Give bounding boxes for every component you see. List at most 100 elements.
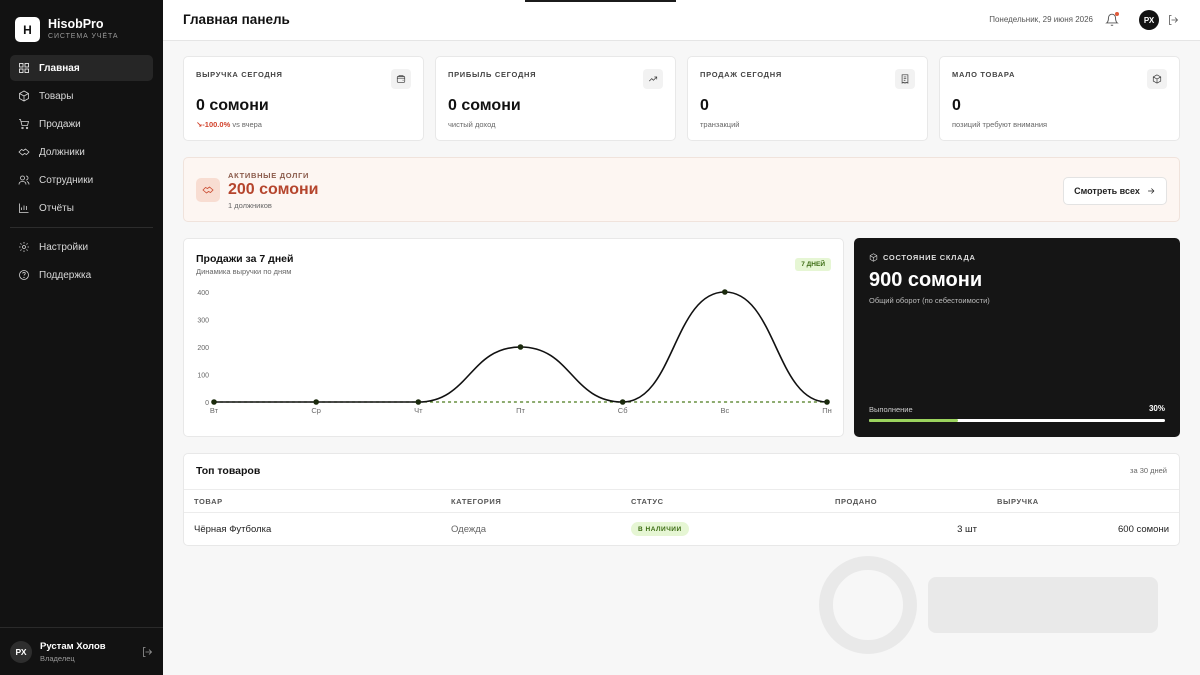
x-tick-label: Чт	[414, 406, 423, 415]
page-title: Главная панель	[183, 12, 290, 27]
logout-icon[interactable]	[1167, 14, 1179, 26]
sidebar-divider	[10, 227, 153, 228]
user-profile[interactable]: РХ Рустам Холов Владелец	[0, 627, 163, 675]
stock-label: СОСТОЯНИЕ СКЛАДА	[883, 253, 976, 262]
debts-value: 200 сомони	[228, 181, 319, 198]
stock-subtitle: Общий оборот (по себестоимости)	[869, 296, 990, 305]
debts-count: 1 должников	[228, 201, 272, 210]
sidebar-item-support[interactable]: Поддержка	[10, 262, 153, 288]
sidebar-nav: Главная Товары Продажи Должники Сотрудни…	[10, 55, 153, 290]
top-products-card: Топ товаров за 30 дней ТОВАР КАТЕГОРИЯ С…	[183, 453, 1180, 546]
handshake-icon	[202, 186, 214, 194]
user-role: Владелец	[40, 653, 75, 663]
sidebar-item-employees[interactable]: Сотрудники	[10, 167, 153, 193]
stat-label: МАЛО ТОВАРА	[952, 70, 1016, 79]
sidebar-item-home[interactable]: Главная	[10, 55, 153, 81]
progress-fill	[869, 419, 958, 422]
y-tick-label: 100	[197, 373, 209, 380]
gear-icon	[19, 242, 29, 252]
sidebar-item-debtors[interactable]: Должники	[10, 139, 153, 165]
sidebar-item-label: Продажи	[39, 118, 81, 130]
table-row[interactable]: Чёрная Футболка Одежда В НАЛИЧИИ 3 шт 60…	[184, 514, 1179, 544]
stat-label: ВЫРУЧКА СЕГОДНЯ	[196, 70, 283, 79]
help-icon	[19, 270, 29, 280]
column-header-revenue[interactable]: ВЫРУЧКА	[997, 497, 1039, 506]
y-tick-label: 300	[197, 318, 209, 325]
stat-value: 0	[952, 97, 961, 114]
stat-icon-box	[391, 69, 411, 89]
cell-sold: 3 шт	[957, 524, 977, 535]
column-header-sold[interactable]: ПРОДАНО	[835, 497, 877, 506]
progress-track	[869, 419, 1165, 422]
sidebar-item-products[interactable]: Товары	[10, 83, 153, 109]
sidebar-item-label: Отчёты	[39, 202, 74, 214]
stat-icon-box	[895, 69, 915, 89]
current-date: Понедельник, 29 июня 2026	[989, 15, 1093, 24]
notification-dot	[1115, 12, 1119, 16]
brand[interactable]: H HisobPro СИСТЕМА УЧЁТА	[15, 17, 119, 42]
package-icon	[1152, 74, 1162, 84]
sales-chart-card: Продажи за 7 дней Динамика выручки по дн…	[183, 238, 844, 437]
watermark-logo	[819, 556, 1158, 654]
brand-subtitle: СИСТЕМА УЧЁТА	[48, 32, 119, 40]
handshake-icon	[18, 148, 30, 156]
status-badge: В НАЛИЧИИ	[631, 522, 689, 536]
column-header-category[interactable]: КАТЕГОРИЯ	[451, 497, 501, 506]
see-all-label: Смотреть всех	[1074, 186, 1140, 196]
user-name: Рустам Холов	[40, 640, 106, 652]
stock-value: 900 сомони	[869, 269, 983, 291]
x-tick-label: Вт	[210, 406, 219, 415]
box-icon	[19, 90, 29, 102]
receipt-icon	[901, 74, 909, 84]
sidebar-item-reports[interactable]: Отчёты	[10, 195, 153, 221]
progress-percent: 30%	[1148, 404, 1165, 413]
sidebar-item-label: Товары	[39, 90, 74, 102]
stat-value: 0 сомони	[196, 97, 269, 114]
x-tick-label: Пн	[822, 406, 832, 415]
header-avatar[interactable]: РХ	[1139, 10, 1159, 30]
wallet-icon	[396, 75, 406, 83]
stat-card-low-stock: МАЛО ТОВАРА 0 позиций требуют внимания	[939, 56, 1180, 141]
cell-category: Одежда	[451, 524, 487, 535]
y-tick-label: 0	[205, 400, 209, 407]
data-point	[824, 399, 830, 405]
stat-sub: транзакций	[700, 120, 740, 129]
x-tick-label: Пт	[516, 406, 525, 415]
stat-card-revenue: ВЫРУЧКА СЕГОДНЯ 0 сомони ↘-100.0% vs вче…	[183, 56, 424, 141]
data-point	[517, 344, 524, 350]
stat-card-sales: ПРОДАЖ СЕГОДНЯ 0 транзакций	[687, 56, 928, 141]
column-header-product[interactable]: ТОВАР	[194, 497, 223, 506]
users-icon	[18, 175, 30, 185]
see-all-button[interactable]: Смотреть всех	[1063, 177, 1167, 205]
sidebar-item-label: Настройки	[39, 241, 89, 253]
header: Главная панель Понедельник, 29 июня 2026…	[163, 0, 1200, 41]
arrow-right-icon	[1147, 188, 1155, 194]
table-period: за 30 дней	[1130, 466, 1167, 475]
stat-sub: позиций требуют внимания	[952, 120, 1048, 129]
table-title: Топ товаров	[196, 465, 261, 477]
x-tick-label: Сб	[618, 406, 628, 415]
sidebar-item-label: Должники	[39, 146, 85, 158]
stat-icon-box	[643, 69, 663, 89]
logout-icon[interactable]	[141, 646, 153, 658]
sidebar-item-sales[interactable]: Продажи	[10, 111, 153, 137]
top-accent-bar	[525, 0, 676, 2]
brand-logo: H	[15, 17, 40, 42]
cell-product: Чёрная Футболка	[194, 524, 272, 535]
trend-up-icon	[649, 76, 658, 82]
data-point	[722, 289, 728, 295]
x-tick-label: Ср	[311, 406, 321, 415]
bar-chart-icon	[19, 203, 29, 213]
data-point	[313, 399, 319, 405]
sidebar: H HisobPro СИСТЕМА УЧЁТА Главная Товары …	[0, 0, 163, 675]
cart-icon	[19, 119, 30, 130]
progress-label: Выполнение	[869, 405, 913, 414]
sidebar-item-settings[interactable]: Настройки	[10, 234, 153, 260]
data-point	[619, 399, 626, 405]
stat-label: ПРИБЫЛЬ СЕГОДНЯ	[448, 70, 537, 79]
stat-label: ПРОДАЖ СЕГОДНЯ	[700, 70, 782, 79]
sidebar-item-label: Поддержка	[39, 269, 92, 281]
sales-line-chart: 0 100 200 300 400 Вт Ср Чт Пт Сб Вс Пн	[197, 289, 832, 415]
column-header-status[interactable]: СТАТУС	[631, 497, 664, 506]
change-sub: vs вчера	[232, 120, 262, 129]
